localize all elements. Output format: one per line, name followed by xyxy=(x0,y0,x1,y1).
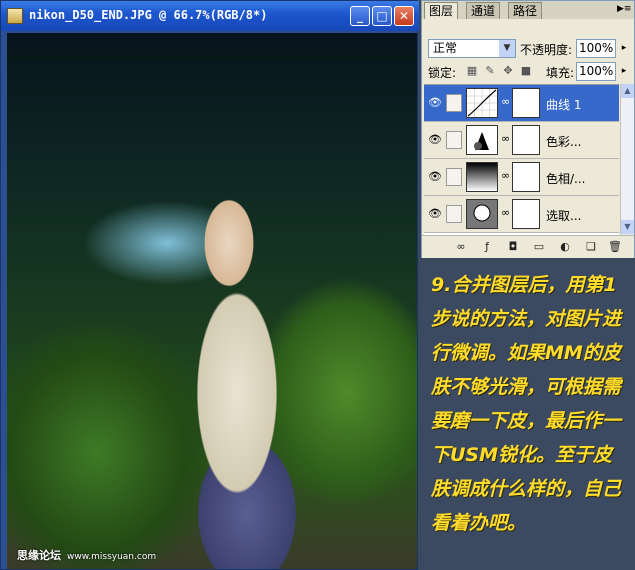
background-beam xyxy=(7,91,417,95)
layer-row-color-balance[interactable]: 👁 ∞ 色彩... xyxy=(424,122,619,159)
opacity-arrow-icon[interactable]: ▸ xyxy=(618,40,630,57)
opacity-field[interactable]: 100% xyxy=(576,39,616,58)
fill-label: 填充: xyxy=(546,66,575,80)
minimize-button[interactable]: _ xyxy=(350,6,370,26)
opacity-label: 不透明度: xyxy=(520,43,573,57)
layers-panel: 图层 通道 路径 ▶≡ 正常 ▼ 不透明度: 100% ▸ 锁定: ▦ ✎ ✥ … xyxy=(421,0,635,258)
layer-link-box[interactable] xyxy=(446,205,462,223)
layer-row-curves[interactable]: 👁 ∞ 曲线 1 xyxy=(424,85,619,122)
caption-box: 9.合并图层后，用第1步说的方法，对图片进行微调。如果MM的皮肤不够光滑，可根据… xyxy=(421,262,635,570)
chevron-down-icon: ▼ xyxy=(499,40,515,57)
new-layer-icon[interactable]: ❏ xyxy=(584,240,598,254)
layer-style-icon[interactable]: ƒ xyxy=(480,240,494,254)
tab-channels[interactable]: 通道 xyxy=(466,2,501,19)
layer-name: 选取... xyxy=(546,209,582,223)
curves-icon xyxy=(466,88,498,118)
trash-icon[interactable]: 🗑 xyxy=(608,240,622,254)
hue-saturation-icon xyxy=(466,162,498,192)
layer-mask-thumbnail[interactable] xyxy=(512,88,540,118)
blend-mode-select[interactable]: 正常 ▼ xyxy=(428,39,516,58)
document-title-bar[interactable]: nikon_D50_END.JPG @ 66.7%(RGB/8*) _ □ ✕ xyxy=(1,1,419,31)
chain-icon: ∞ xyxy=(501,169,511,182)
scroll-down-icon[interactable]: ▼ xyxy=(621,220,634,234)
color-balance-icon xyxy=(466,125,498,155)
layer-mask-thumbnail[interactable] xyxy=(512,199,540,229)
link-icon[interactable]: ∞ xyxy=(454,240,468,254)
chain-icon: ∞ xyxy=(501,132,511,145)
layer-row-hue-saturation[interactable]: 👁 ∞ 色相/... xyxy=(424,159,619,196)
tab-layers[interactable]: 图层 xyxy=(424,2,459,19)
add-mask-icon[interactable]: ◘ xyxy=(506,240,520,254)
layer-list: 👁 ∞ 曲线 1 👁 ∞ 色彩... 👁 ∞ 色相/... 👁 ∞ 选取... xyxy=(424,84,619,235)
layer-link-box[interactable] xyxy=(446,131,462,149)
caption-text: 9.合并图层后，用第1步说的方法，对图片进行微调。如果MM的皮肤不够光滑，可根据… xyxy=(431,274,622,534)
background-beam xyxy=(7,55,417,61)
document-icon xyxy=(7,8,23,24)
watermark-text: 思缘论坛 xyxy=(17,549,61,562)
chain-icon: ∞ xyxy=(501,95,511,108)
layers-panel-footer: ∞ ƒ ◘ ▭ ◐ ❏ 🗑 xyxy=(422,235,634,258)
fill-field[interactable]: 100% xyxy=(576,62,616,81)
layer-mask-thumbnail[interactable] xyxy=(512,162,540,192)
lock-label: 锁定: xyxy=(428,66,457,80)
layer-link-box[interactable] xyxy=(446,168,462,186)
close-button[interactable]: ✕ xyxy=(394,6,414,26)
photo-canvas[interactable]: 思缘论坛 www.missyuan.com xyxy=(7,33,417,569)
blend-mode-value: 正常 xyxy=(433,41,458,55)
layer-name: 色相/... xyxy=(546,172,586,186)
eye-icon[interactable]: 👁 xyxy=(428,96,442,110)
panel-tabs: 图层 通道 路径 ▶≡ xyxy=(422,1,634,19)
tab-paths[interactable]: 路径 xyxy=(508,2,543,19)
eye-icon[interactable]: 👁 xyxy=(428,133,442,147)
document-title: nikon_D50_END.JPG @ 66.7%(RGB/8*) xyxy=(29,8,268,22)
layer-mask-thumbnail[interactable] xyxy=(512,125,540,155)
eye-icon[interactable]: 👁 xyxy=(428,170,442,184)
lock-all-icon[interactable]: ■ xyxy=(520,65,532,77)
lock-image-icon[interactable]: ✎ xyxy=(484,65,496,77)
document-window: nikon_D50_END.JPG @ 66.7%(RGB/8*) _ □ ✕ … xyxy=(0,0,419,570)
layer-row-selective-color[interactable]: 👁 ∞ 选取... xyxy=(424,196,619,233)
scroll-up-icon[interactable]: ▲ xyxy=(621,84,634,98)
layer-name: 色彩... xyxy=(546,135,582,149)
new-group-icon[interactable]: ▭ xyxy=(532,240,546,254)
lock-position-icon[interactable]: ✥ xyxy=(502,65,514,77)
chain-icon: ∞ xyxy=(501,206,511,219)
watermark-url: www.missyuan.com xyxy=(67,552,157,562)
panel-menu-icon[interactable]: ▶≡ xyxy=(617,3,631,15)
new-adjustment-icon[interactable]: ◐ xyxy=(558,240,572,254)
layer-name: 曲线 1 xyxy=(546,98,582,112)
eye-icon[interactable]: 👁 xyxy=(428,207,442,221)
fill-arrow-icon[interactable]: ▸ xyxy=(618,63,630,80)
watermark: 思缘论坛 www.missyuan.com xyxy=(17,547,156,563)
maximize-button[interactable]: □ xyxy=(372,6,392,26)
lock-transparency-icon[interactable]: ▦ xyxy=(466,65,478,77)
selective-color-icon xyxy=(466,199,498,229)
layer-list-scrollbar[interactable]: ▲ ▼ xyxy=(620,84,634,234)
layer-link-box[interactable] xyxy=(446,94,462,112)
